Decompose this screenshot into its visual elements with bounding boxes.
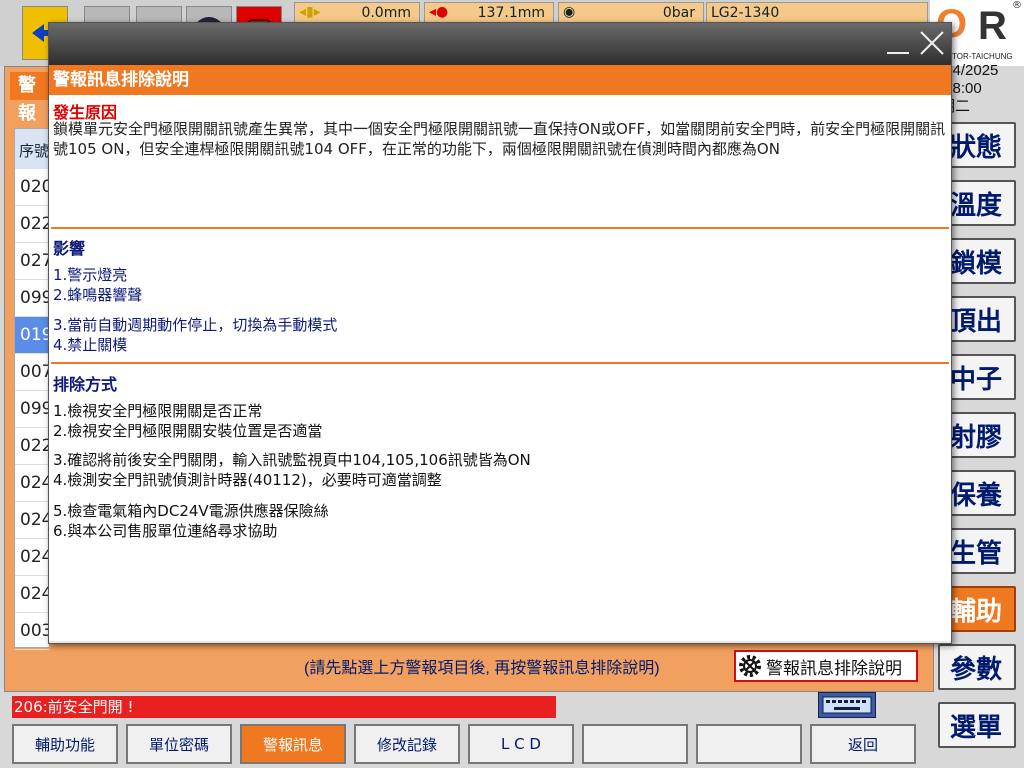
table-row[interactable]: 024 <box>15 576 52 613</box>
logo-letter-r: R <box>978 4 1007 48</box>
cause-text: 鎖模單元安全門極限開關訊號產生異常，其中一個安全門極限開關訊號一直保持ON或OF… <box>53 120 946 158</box>
section-divider <box>51 227 949 229</box>
alarm-explanation-button[interactable]: 警報訊息排除說明 <box>734 650 918 682</box>
tab-lcd[interactable]: L C D <box>468 724 574 764</box>
fix-item: 6.與本公司售服單位連絡尋求協助 <box>53 522 278 540</box>
table-row[interactable]: 024 <box>15 502 52 539</box>
alarm-explanation-dialog: 警報訊息排除說明 發生原因 鎖模單元安全門極限開關訊號產生異常，其中一個安全門極… <box>48 22 952 644</box>
table-row[interactable]: 020 <box>15 169 52 206</box>
keyboard-button[interactable] <box>818 692 876 718</box>
table-row-selected[interactable]: 019 <box>15 317 52 354</box>
mold-position-readout: ◂▮▸ 0.0mm <box>294 2 420 24</box>
dialog-title: 警報訊息排除說明 <box>49 65 951 95</box>
tab-auxiliary-function[interactable]: 輔助功能 <box>12 724 118 764</box>
fix-item: 4.檢測安全門訊號偵測計時器(40112)，必要時可適當調整 <box>53 471 442 489</box>
gear-icon <box>739 655 761 677</box>
pressure-readout: ◉ 0bar <box>558 2 704 24</box>
minimize-button[interactable] <box>885 31 911 55</box>
close-icon <box>920 31 944 55</box>
tab-unit-password[interactable]: 單位密碼 <box>126 724 232 764</box>
fix-item: 3.確認將前後安全門關閉，輸入訊號監視頁中104,105,106訊號皆為ON <box>53 451 531 469</box>
mold-position-value: 0.0mm <box>361 5 411 21</box>
screw-position-icon: ◂● <box>429 4 449 20</box>
pressure-gauge-icon: ◉ <box>563 4 576 20</box>
dialog-body: 發生原因 鎖模單元安全門極限開關訊號產生異常，其中一個安全門極限開關訊號一直保持… <box>49 95 951 641</box>
mold-position-icon: ◂▮▸ <box>299 4 321 20</box>
machine-model-readout: LG2-1340 <box>706 2 928 24</box>
logo-registered: ® <box>1012 0 1022 11</box>
dialog-titlebar <box>49 23 951 65</box>
tab-empty-2[interactable] <box>696 724 802 764</box>
date: /04/2025 <box>940 62 999 79</box>
table-row[interactable]: 099 <box>15 391 52 428</box>
tab-alarm-message[interactable]: 警報訊息 <box>240 724 346 764</box>
menu-select-button[interactable]: 選單 <box>938 702 1016 748</box>
alarm-page-title: 警報 <box>10 72 50 124</box>
table-row[interactable]: 099 <box>15 280 52 317</box>
impact-item: 4.禁止關模 <box>53 336 128 354</box>
menu-parameter-button[interactable]: 參數 <box>938 644 1016 690</box>
fix-section-title: 排除方式 <box>53 375 118 394</box>
close-button[interactable] <box>919 31 945 55</box>
fix-item: 1.檢視安全門極限開關是否正常 <box>53 402 263 420</box>
tab-change-log[interactable]: 修改記錄 <box>354 724 460 764</box>
section-divider <box>51 362 949 364</box>
tab-return[interactable]: 返回 <box>810 724 916 764</box>
impact-item: 2.蜂鳴器響聲 <box>53 286 143 304</box>
fix-item: 5.檢查電氣箱內DC24V電源供應器保險絲 <box>53 502 329 520</box>
minimize-icon <box>887 52 909 54</box>
table-row[interactable]: 007 <box>15 354 52 391</box>
datetime-display: /04/2025 :38:00 期二 <box>940 62 1024 116</box>
impact-item: 1.警示燈亮 <box>53 266 128 284</box>
table-row[interactable]: 022 <box>15 428 52 465</box>
weekday: 期二 <box>940 98 971 115</box>
alarm-list-table: 序號 020 022 027 099 019 007 099 022 024 0… <box>14 128 52 650</box>
table-header-index: 序號 <box>15 129 49 169</box>
screw-position-readout: ◂● 137.1mm <box>424 2 554 24</box>
fix-item: 2.檢視安全門極限開關安裝位置是否適當 <box>53 422 323 440</box>
alarm-explanation-label: 警報訊息排除說明 <box>766 658 902 679</box>
selection-hint: (請先點選上方警報項目後, 再按警報訊息排除說明) <box>304 660 660 677</box>
logo-subtitle: TOR-TAICHUNG <box>952 52 1013 61</box>
table-row[interactable]: 003 <box>15 613 52 650</box>
table-row[interactable]: 024 <box>15 539 52 576</box>
time: :38:00 <box>940 80 982 97</box>
impact-section-title: 影響 <box>53 239 86 258</box>
active-alarm-bar: 206:前安全門開 ! <box>12 696 556 718</box>
table-row[interactable]: 024 <box>15 465 52 502</box>
machine-model-value: LG2-1340 <box>711 5 780 21</box>
table-row[interactable]: 027 <box>15 243 52 280</box>
pressure-value: 0bar <box>662 5 695 21</box>
impact-item: 3.當前自動週期動作停止，切換為手動模式 <box>53 316 338 334</box>
table-row[interactable]: 022 <box>15 206 52 243</box>
tab-empty-1[interactable] <box>582 724 688 764</box>
screw-position-value: 137.1mm <box>477 5 545 21</box>
keyboard-icon <box>822 696 872 714</box>
